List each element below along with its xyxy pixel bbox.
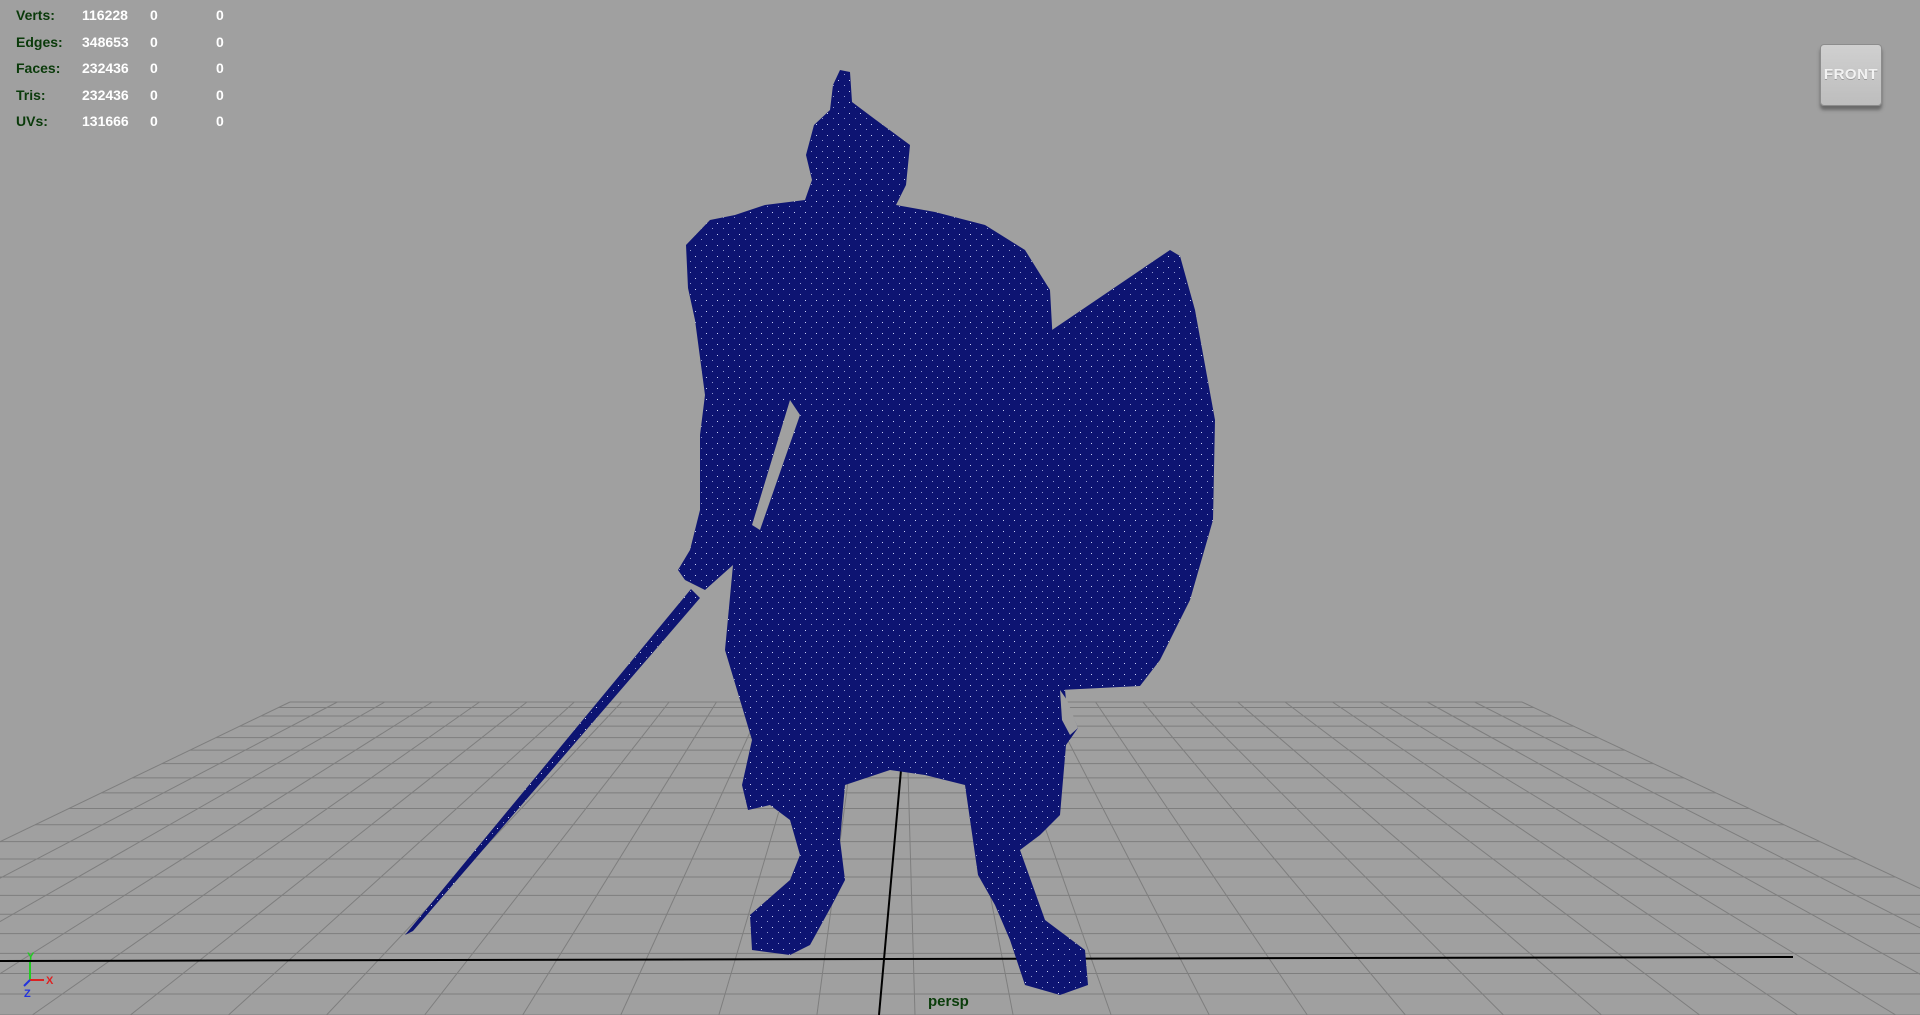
grid-line: [228, 701, 575, 1015]
hud-value: 131666: [82, 113, 129, 130]
hud-label: Faces:: [16, 60, 61, 77]
hud-value: 0: [216, 86, 224, 103]
poly-count-hud: Verts: 116228 0 0 Edges: 348653 0 0 Face…: [16, 2, 256, 135]
hud-row-verts: Verts: 116228 0 0: [16, 2, 256, 29]
grid-z-axis-line: [878, 769, 902, 1015]
hud-value: 232436: [82, 60, 129, 77]
hud-label: Tris:: [16, 86, 46, 103]
z-axis-label: Z: [24, 988, 31, 998]
grid-line: [1332, 701, 1798, 1015]
grid-line: [32, 701, 480, 1015]
hud-value: 116228: [82, 7, 128, 23]
hud-value: 0: [150, 33, 158, 50]
grid-line: [620, 701, 765, 1015]
grid-line: [1237, 701, 1602, 1015]
grid-line: [130, 701, 528, 1015]
grid-line: [1521, 701, 1920, 890]
hud-row-uvs: UVs: 131666 0 0: [16, 108, 256, 135]
hud-value: 0: [150, 60, 158, 77]
camera-name-label: persp: [928, 993, 969, 1010]
grid-x-axis-line: [0, 956, 1794, 962]
viewcube-front-face[interactable]: FRONT: [1820, 44, 1882, 106]
hud-value: 0: [216, 60, 224, 77]
grid-line: [1095, 701, 1308, 1015]
persp-viewport[interactable]: Verts: 116228 0 0 Edges: 348653 0 0 Face…: [0, 0, 1920, 1015]
z-axis-line: [23, 979, 31, 987]
x-axis-label: X: [46, 975, 54, 987]
hud-value: 232436: [82, 86, 129, 103]
body-mesh-wire: [678, 70, 1090, 995]
grid-line: [1474, 701, 1920, 929]
hud-value: 0: [150, 86, 158, 103]
grid-line: [1142, 701, 1406, 1015]
hud-label: Verts:: [16, 7, 55, 23]
hud-value: 348653: [82, 33, 129, 50]
hud-value: 0: [150, 113, 158, 130]
grid-line: [1426, 701, 1920, 975]
hud-label: Edges:: [16, 33, 63, 50]
viewport-scene[interactable]: [0, 0, 1920, 1015]
grid-line: [424, 701, 670, 1015]
knight-mesh[interactable]: [405, 70, 1215, 995]
hud-value: 0: [216, 113, 224, 130]
y-axis-label: Y: [27, 951, 35, 963]
hud-row-edges: Edges: 348653 0 0: [16, 29, 256, 56]
sword-mesh-wire: [405, 589, 700, 935]
viewcube[interactable]: FRONT: [1820, 44, 1882, 108]
grid-line: [522, 701, 717, 1015]
hud-value: 0: [150, 7, 158, 23]
hud-row-tris: Tris: 232436 0 0: [16, 82, 256, 109]
axis-gizmo: Y X Z: [23, 951, 54, 998]
hud-value: 0: [216, 7, 224, 23]
hud-value: 0: [216, 33, 224, 50]
hud-row-faces: Faces: 232436 0 0: [16, 55, 256, 82]
hud-label: UVs:: [16, 113, 48, 130]
